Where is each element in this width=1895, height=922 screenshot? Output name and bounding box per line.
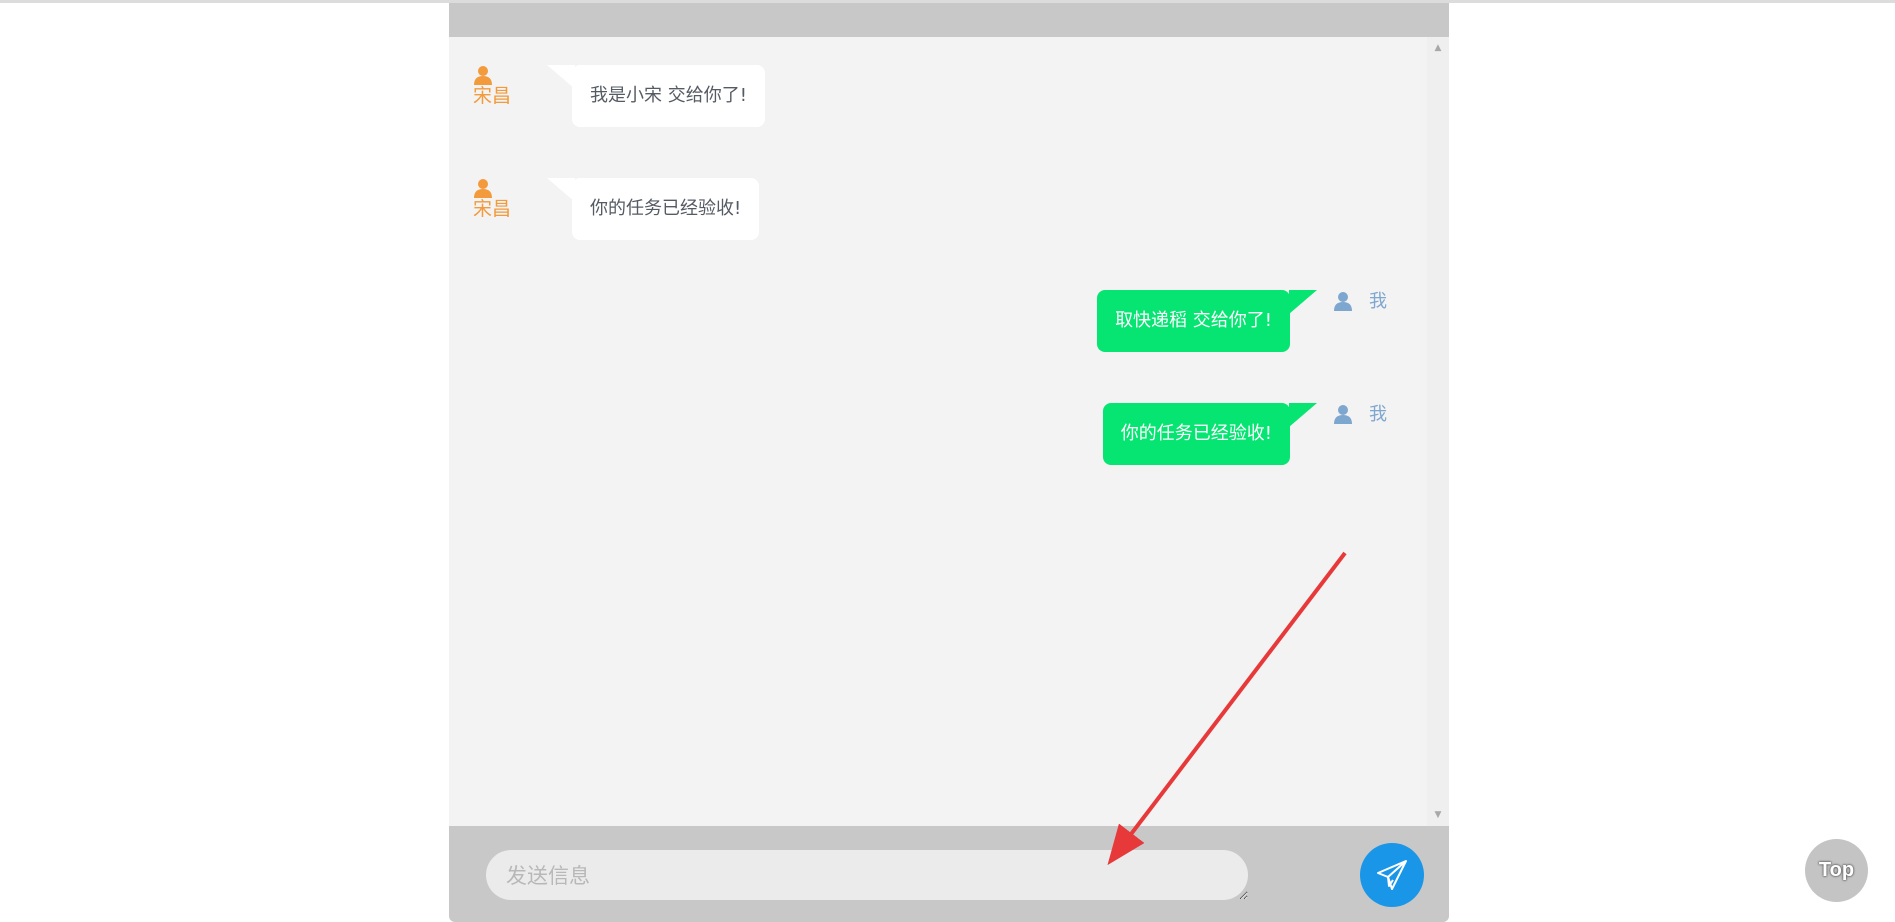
bubble-tail: [547, 178, 575, 202]
bubble-tail: [1289, 290, 1317, 314]
user-icon: [1334, 292, 1352, 311]
message-bubble: 取快递稻 交给你了!: [1097, 290, 1290, 352]
chat-header: [449, 3, 1449, 37]
user-icon: [474, 179, 492, 198]
message-scrollbar[interactable]: ▲ ▼: [1427, 37, 1449, 826]
message-incoming: 宋昌 你的任务已经验收!: [449, 178, 1427, 240]
sender-name: 宋昌: [473, 198, 512, 220]
message-composer: [449, 826, 1449, 922]
sender-name: 宋昌: [473, 85, 512, 107]
message-outgoing: 我 取快递稻 交给你了!: [449, 290, 1427, 352]
paper-plane-icon: [1377, 860, 1407, 890]
back-to-top-button[interactable]: Top: [1805, 839, 1868, 902]
send-button[interactable]: [1360, 843, 1424, 907]
message-bubble: 你的任务已经验收!: [1102, 403, 1290, 465]
scroll-down-arrow-icon[interactable]: ▼: [1427, 808, 1449, 822]
user-icon: [1334, 405, 1352, 424]
sender-name: 我: [1369, 404, 1387, 425]
chat-window: 宋昌 我是小宋 交给你了! 宋昌 你的任务已经验收! 我 取快递稻 交给你了! …: [449, 3, 1449, 922]
bubble-tail: [1289, 403, 1317, 427]
sender-info: 宋昌: [473, 178, 513, 220]
message-bubble: 我是小宋 交给你了!: [572, 65, 765, 127]
message-list[interactable]: 宋昌 我是小宋 交给你了! 宋昌 你的任务已经验收! 我 取快递稻 交给你了! …: [449, 37, 1427, 826]
user-icon: [474, 66, 492, 85]
sender-name: 我: [1369, 291, 1387, 312]
message-bubble: 你的任务已经验收!: [572, 178, 760, 240]
message-input[interactable]: [486, 850, 1248, 900]
message-incoming: 宋昌 我是小宋 交给你了!: [449, 65, 1427, 127]
message-outgoing: 我 你的任务已经验收!: [449, 403, 1427, 465]
sender-info: 宋昌: [473, 65, 513, 107]
bubble-tail: [547, 65, 575, 89]
scroll-up-arrow-icon[interactable]: ▲: [1427, 41, 1449, 55]
